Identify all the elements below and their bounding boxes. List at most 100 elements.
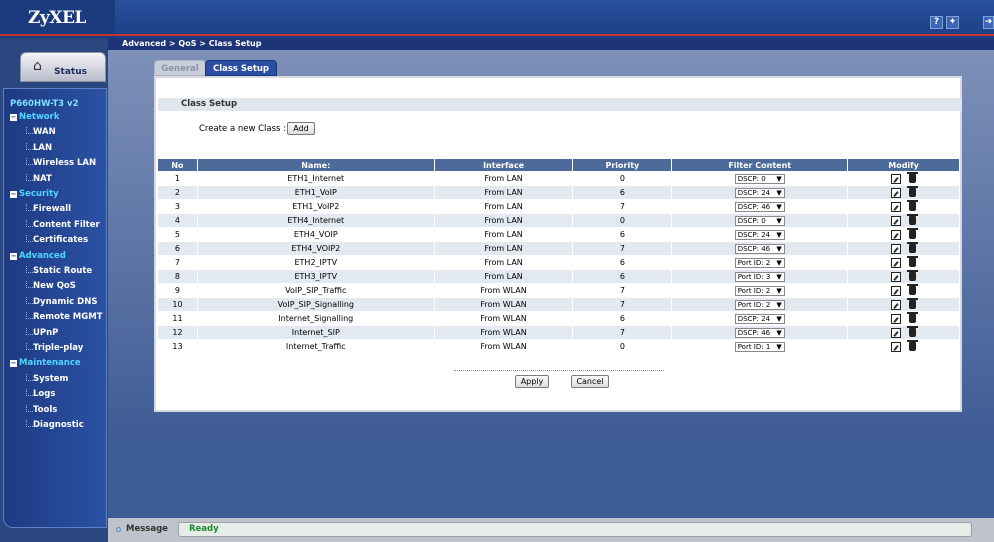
edit-icon[interactable] (891, 187, 902, 198)
chevron-down-icon[interactable]: ▼ (776, 189, 781, 197)
filter-content-select[interactable]: DSCP: 24 ▼ (734, 229, 785, 240)
sidebar-section-label: Advanced (19, 250, 66, 261)
filter-content-select[interactable]: DSCP: 46 ▼ (734, 327, 785, 338)
sidebar-item-static-route[interactable]: Static Route (25, 266, 92, 276)
apply-button[interactable]: Apply (515, 375, 549, 388)
filter-content-select[interactable]: DSCP: 46 ▼ (734, 201, 785, 212)
tab-class-setup[interactable]: Class Setup (205, 60, 277, 76)
add-class-button[interactable]: Add (287, 122, 315, 135)
sidebar-item-content-filter[interactable]: Content Filter (26, 219, 100, 230)
cell-filter: DSCP: 24 ▼ (671, 185, 849, 200)
delete-icon[interactable] (907, 186, 919, 197)
filter-content-select[interactable]: DSCP: 46 ▼ (734, 243, 785, 254)
chevron-down-icon[interactable]: ▼ (776, 301, 781, 309)
delete-icon[interactable] (907, 284, 919, 295)
sidebar-item-diagnostic[interactable]: Diagnostic (26, 420, 84, 430)
sidebar-section-security[interactable]: − Security (10, 189, 59, 199)
chevron-down-icon[interactable]: ▼ (776, 343, 781, 351)
collapse-icon[interactable]: − (10, 360, 17, 368)
sidebar-item-wireless-lan[interactable]: Wireless LAN (25, 158, 96, 168)
cell-interface: From WLAN (433, 297, 574, 312)
filter-content-select[interactable]: Port ID: 2 ▼ (734, 257, 785, 268)
cancel-button[interactable]: Cancel (571, 375, 609, 388)
col-name: Name: (196, 158, 435, 172)
sidebar-item-system[interactable]: System (25, 373, 68, 384)
delete-icon[interactable] (907, 214, 919, 225)
delete-icon[interactable] (907, 298, 919, 309)
chevron-down-icon[interactable]: ▼ (776, 315, 781, 323)
logout-icon[interactable]: ➜ (983, 16, 994, 29)
edit-icon[interactable] (891, 201, 902, 212)
cell-filter: Port ID: 3 ▼ (671, 269, 849, 284)
wizard-icon[interactable]: ✦ (946, 16, 959, 29)
chevron-down-icon[interactable]: ▼ (776, 259, 781, 267)
tab-general[interactable]: General (154, 60, 206, 76)
edit-icon[interactable] (891, 215, 902, 226)
chevron-down-icon[interactable]: ▼ (776, 231, 781, 239)
cell-filter: Port ID: 2 ▼ (671, 297, 849, 312)
sidebar-item-upnp[interactable]: UPnP (25, 327, 58, 338)
filter-content-select[interactable]: Port ID: 1 ▼ (734, 341, 785, 352)
sidebar-item-remote-mgmt[interactable]: Remote MGMT (26, 312, 103, 322)
edit-icon[interactable] (891, 257, 902, 268)
sidebar-section-label: Security (19, 189, 59, 199)
sidebar-item-tools[interactable]: Tools (25, 404, 57, 415)
edit-icon[interactable] (891, 173, 902, 184)
delete-icon[interactable] (907, 172, 919, 183)
sidebar-item-nat[interactable]: NAT (26, 173, 52, 184)
filter-content-select[interactable]: DSCP: 24 ▼ (734, 313, 785, 324)
sidebar-item-new-qos[interactable]: New QoS (26, 281, 76, 291)
delete-icon[interactable] (907, 312, 919, 323)
chevron-down-icon[interactable]: ▼ (776, 329, 781, 337)
sidebar-item-certificates[interactable]: Certificates (25, 235, 88, 245)
sidebar-item-lan[interactable]: LAN (25, 142, 52, 153)
edit-icon[interactable] (891, 285, 902, 296)
delete-icon[interactable] (907, 340, 919, 351)
sidebar-item-dynamic-dns[interactable]: Dynamic DNS (25, 296, 97, 307)
collapse-icon[interactable]: − (10, 114, 17, 121)
delete-icon[interactable] (907, 242, 919, 253)
sidebar-section-label: Maintenance (19, 358, 81, 369)
edit-icon[interactable] (891, 327, 902, 338)
sidebar-item-logs[interactable]: Logs (25, 389, 55, 399)
edit-icon[interactable] (891, 299, 902, 310)
filter-content-select[interactable]: DSCP: 24 ▼ (734, 187, 785, 198)
delete-icon[interactable] (907, 228, 919, 239)
cell-no: 6 (157, 241, 198, 256)
chevron-down-icon[interactable]: ▼ (776, 217, 781, 225)
edit-icon[interactable] (891, 229, 902, 240)
chevron-down-icon[interactable]: ▼ (776, 175, 781, 183)
filter-content-select[interactable]: Port ID: 3 ▼ (734, 271, 785, 282)
sidebar-section-advanced[interactable]: − Advanced (10, 251, 66, 261)
edit-icon[interactable] (891, 341, 902, 352)
delete-icon[interactable] (907, 256, 919, 267)
delete-icon[interactable] (907, 326, 919, 337)
edit-icon[interactable] (891, 271, 902, 282)
delete-icon[interactable] (907, 270, 919, 281)
sidebar-item-firewall[interactable]: Firewall (25, 204, 71, 214)
edit-icon[interactable] (891, 243, 902, 254)
chevron-down-icon[interactable]: ▼ (776, 287, 781, 295)
cell-name: ETH4_Internet (196, 213, 435, 228)
filter-content-select[interactable]: DSCP: 0 ▼ (734, 215, 785, 226)
delete-icon[interactable] (907, 200, 919, 211)
sidebar-item-wan[interactable]: WAN (26, 127, 56, 137)
help-icon[interactable]: ? (930, 16, 943, 29)
collapse-icon[interactable]: − (10, 191, 17, 198)
filter-content-select[interactable]: Port ID: 2 ▼ (734, 285, 785, 296)
collapse-icon[interactable]: − (10, 252, 17, 260)
chevron-down-icon[interactable]: ▼ (776, 273, 781, 281)
status-tab[interactable]: ⌂ Status (20, 52, 106, 82)
filter-content-value: DSCP: 0 (737, 216, 766, 225)
sidebar-item-triple-play[interactable]: Triple-play (25, 343, 83, 353)
cell-modify (847, 283, 960, 298)
cell-priority: 6 (572, 255, 673, 270)
filter-content-select[interactable]: DSCP: 0 ▼ (734, 173, 785, 184)
edit-icon[interactable] (891, 313, 902, 324)
cell-interface: From LAN (433, 171, 574, 186)
sidebar-section-maintenance[interactable]: − Maintenance (10, 358, 81, 368)
sidebar-section-network[interactable]: − Network (10, 112, 59, 122)
chevron-down-icon[interactable]: ▼ (776, 203, 781, 211)
chevron-down-icon[interactable]: ▼ (776, 245, 781, 253)
filter-content-select[interactable]: Port ID: 2 ▼ (734, 299, 785, 310)
